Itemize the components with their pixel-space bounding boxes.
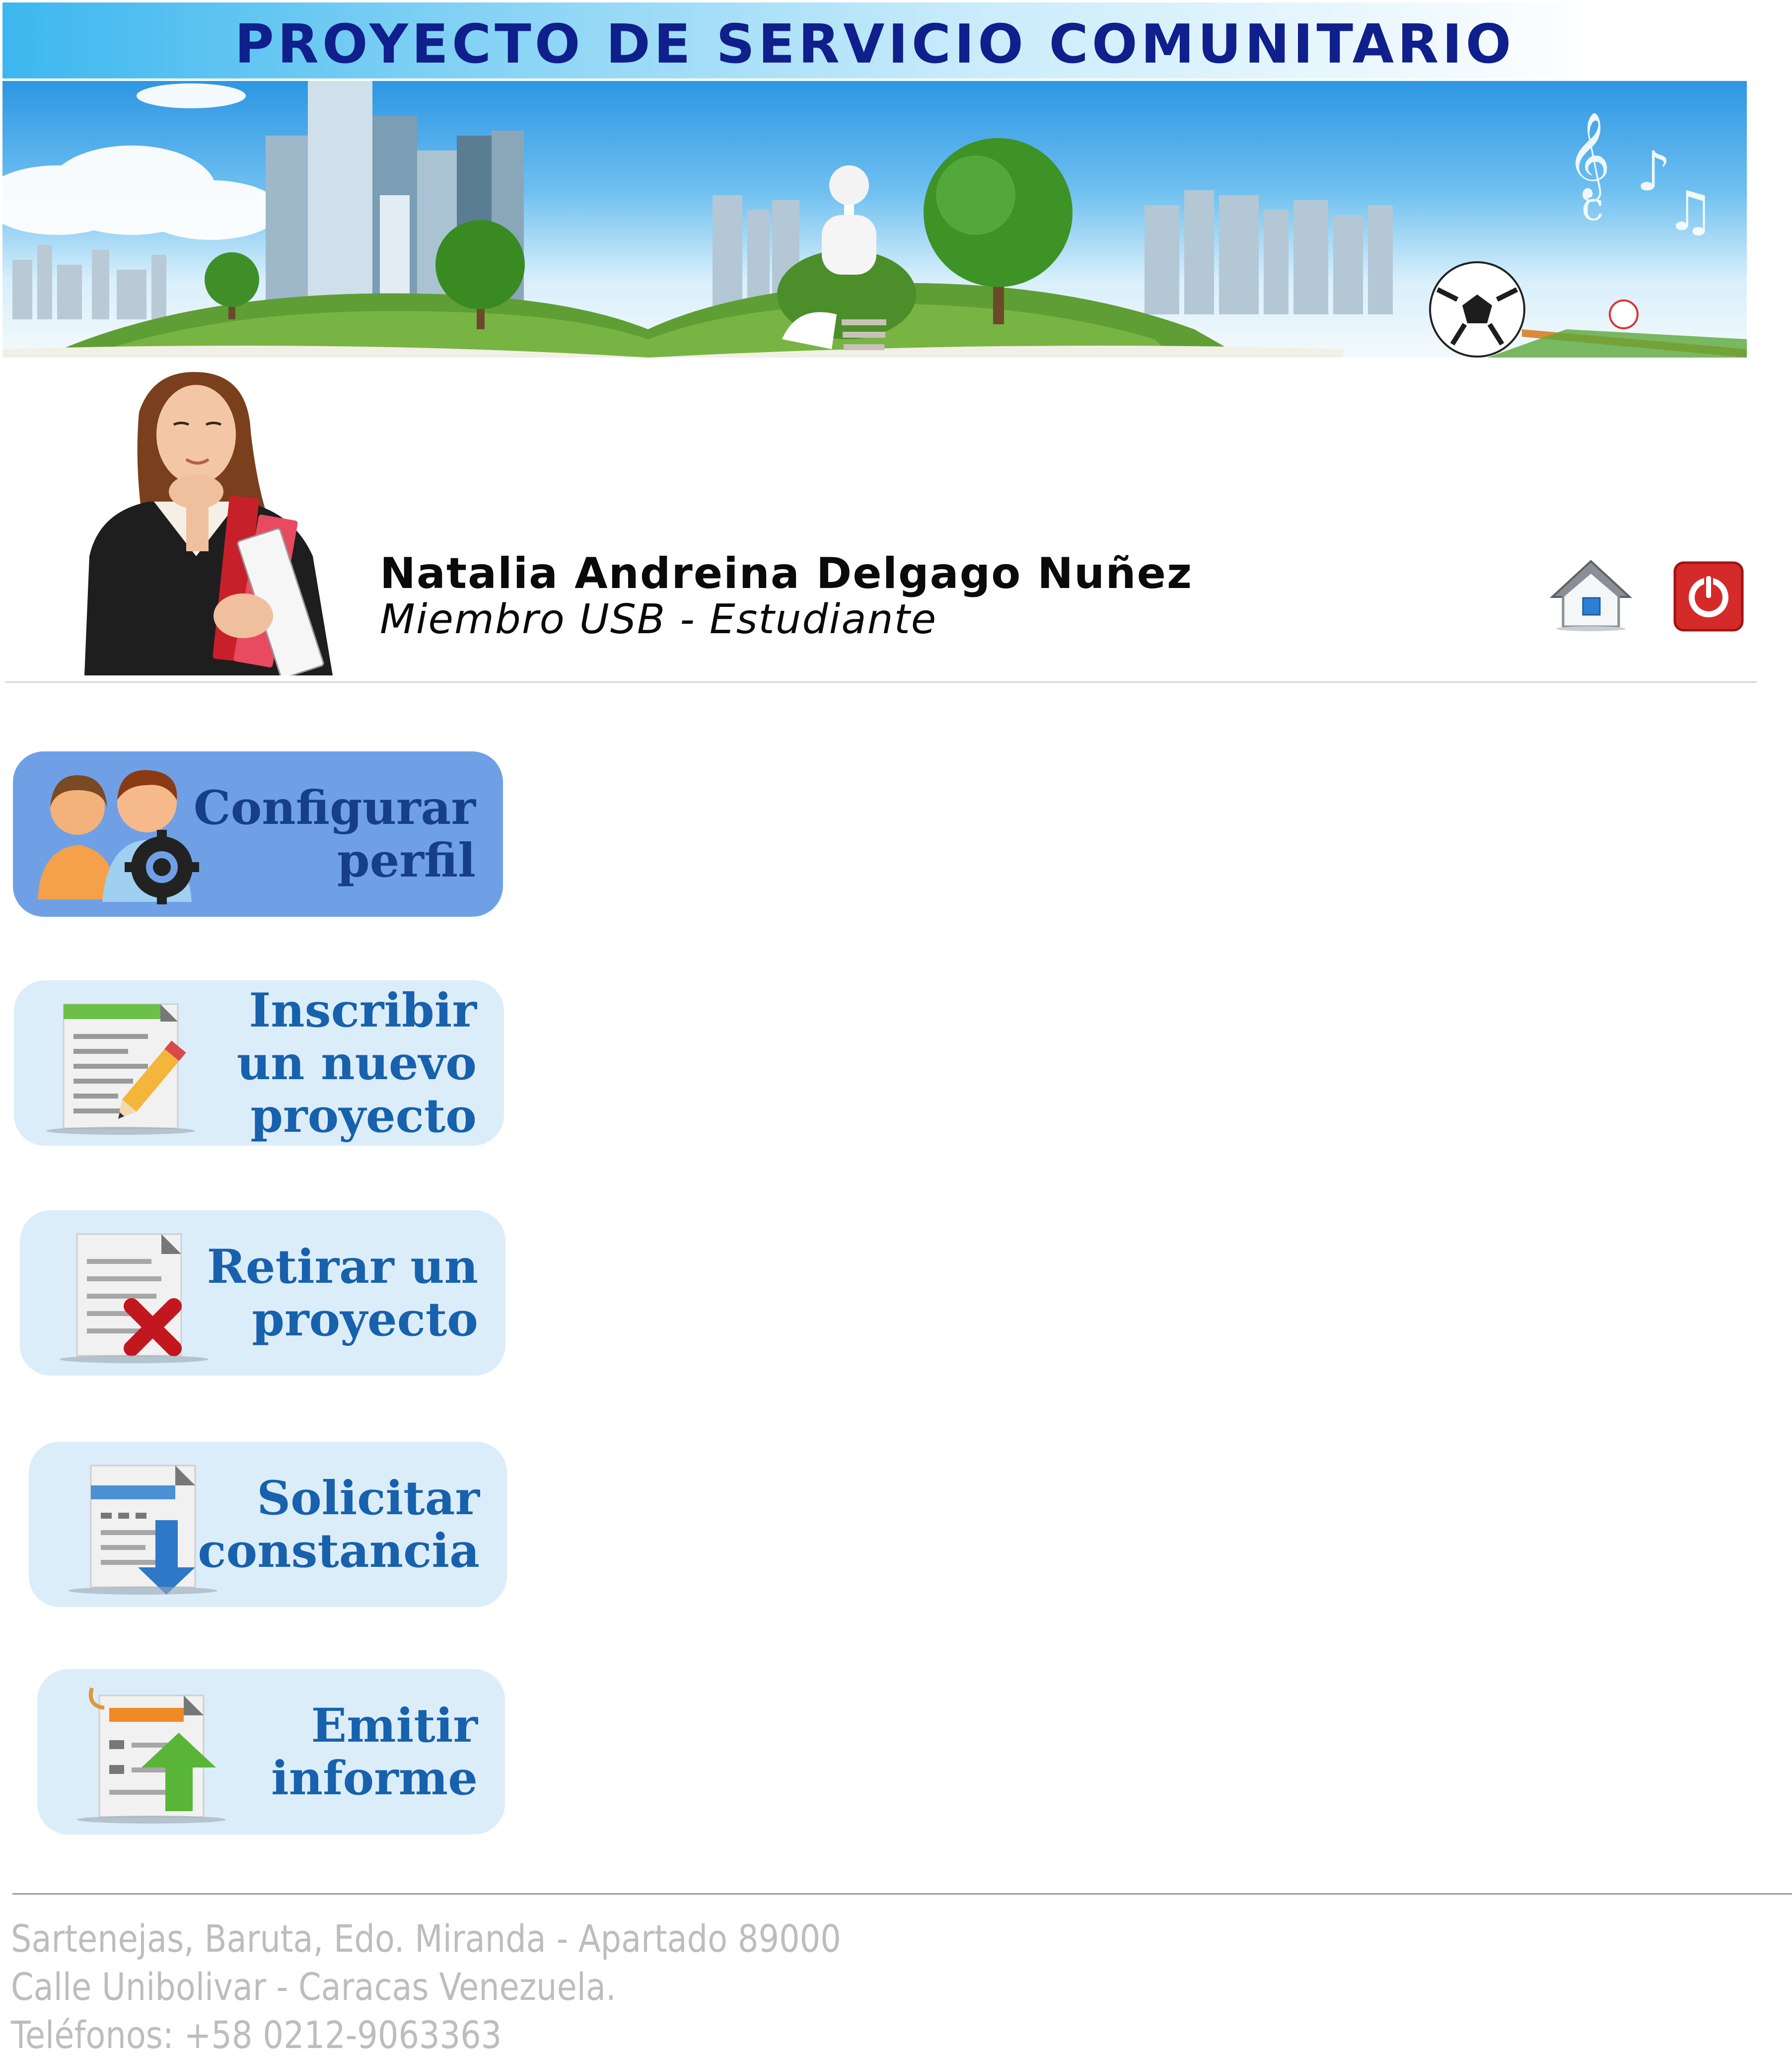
users-gear-icon bbox=[33, 760, 202, 909]
menu-label-line: proyecto bbox=[250, 1088, 477, 1143]
footer-address-line1: Sartenejas, Baruta, Edo. Miranda - Apart… bbox=[11, 1916, 841, 1961]
footer-phones: Teléfonos: +58 0212-9063363 bbox=[11, 2013, 502, 2057]
enroll-project-button[interactable]: Inscribir un nuevo proyecto bbox=[14, 980, 504, 1146]
footer: Sartenejas, Baruta, Edo. Miranda - Apart… bbox=[11, 1914, 841, 2059]
menu-label-line: perfil bbox=[337, 833, 476, 888]
menu-label-line: proyecto bbox=[252, 1292, 478, 1347]
footer-address-line2: Calle Unibolivar - Caracas Venezuela. bbox=[11, 1965, 616, 2009]
document-upload-icon bbox=[57, 1678, 226, 1827]
menu-label-line: Configurar bbox=[193, 780, 476, 835]
menu-label: Inscribir un nuevo proyecto bbox=[237, 980, 477, 1146]
svg-text:c: c bbox=[1581, 183, 1604, 229]
page-title: PROYECTO DE SERVICIO COMUNITARIO bbox=[234, 13, 1515, 75]
document-edit-icon bbox=[34, 989, 203, 1138]
menu-label: Solicitar constancia bbox=[198, 1442, 480, 1607]
menu-label-line: Inscribir bbox=[249, 983, 477, 1038]
document-delete-icon bbox=[40, 1219, 209, 1368]
menu-label-line: informe bbox=[271, 1751, 478, 1806]
banner-illustration: 𝄞 ♪ ♫ c bbox=[2, 81, 1747, 358]
menu-label-line: un nuevo bbox=[236, 1035, 477, 1091]
menu-label: Retirar un proyecto bbox=[207, 1210, 478, 1376]
svg-text:♫: ♫ bbox=[1666, 179, 1715, 243]
request-certificate-button[interactable]: Solicitar constancia bbox=[29, 1442, 507, 1607]
home-icon[interactable] bbox=[1548, 557, 1634, 632]
menu-label-line: constancia bbox=[198, 1523, 480, 1578]
header-divider bbox=[5, 681, 1757, 683]
footer-divider bbox=[12, 1893, 1792, 1895]
user-role: Miembro USB - Estudiante bbox=[380, 596, 937, 643]
issue-report-button[interactable]: Emitir informe bbox=[37, 1669, 505, 1835]
header-bar: PROYECTO DE SERVICIO COMUNITARIO bbox=[2, 2, 1747, 78]
configure-profile-button[interactable]: Configurar perfil bbox=[13, 751, 503, 917]
menu-label: Configurar perfil bbox=[194, 751, 476, 917]
menu-label-line: Emitir bbox=[311, 1698, 478, 1753]
withdraw-project-button[interactable]: Retirar un proyecto bbox=[20, 1210, 505, 1376]
menu-label: Emitir informe bbox=[271, 1669, 478, 1835]
document-download-icon bbox=[49, 1451, 217, 1600]
student-avatar-image bbox=[79, 368, 343, 679]
user-name: Natalia Andreina Delgago Nuñez bbox=[380, 549, 1193, 598]
menu-label-line: Retirar un bbox=[207, 1239, 478, 1294]
menu-label-line: Solicitar bbox=[257, 1471, 480, 1526]
power-icon[interactable] bbox=[1673, 561, 1744, 632]
city-banner-image: 𝄞 ♪ ♫ c bbox=[2, 81, 1747, 358]
